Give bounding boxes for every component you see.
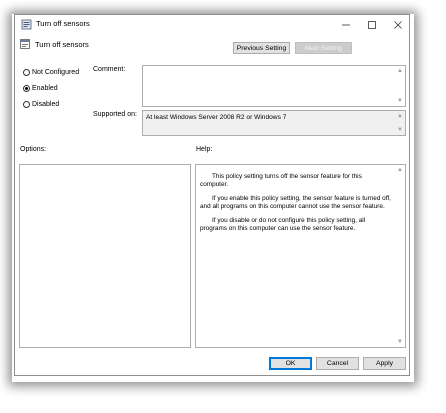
close-icon: [394, 20, 402, 29]
options-label: Options:: [20, 146, 47, 153]
supported-scrollbar[interactable]: ▲ ▼: [396, 112, 404, 134]
radio-circle: [23, 68, 30, 76]
previous-setting-button[interactable]: Previous Setting: [233, 42, 290, 54]
policy-setting-dialog: Turn off sensors Turn off sensors Previo…: [14, 14, 410, 376]
minimize-icon: [342, 24, 350, 25]
radio-label: Not Configured: [32, 68, 80, 76]
help-paragraph: This policy setting turns off the sensor…: [200, 173, 362, 188]
window-title: Turn off sensors: [36, 19, 90, 28]
radio-enabled[interactable]: Enabled: [23, 83, 58, 93]
help-panel[interactable]: This policy setting turns off the sensor…: [195, 164, 406, 348]
scroll-up-icon[interactable]: ▲: [397, 166, 403, 174]
title-bar[interactable]: Turn off sensors: [15, 15, 409, 34]
setting-icon: [20, 39, 30, 49]
comment-textarea[interactable]: ▲ ▼: [142, 65, 406, 107]
help-text: This policy setting turns off the sensor…: [200, 173, 391, 239]
supported-on-label: Supported on:: [93, 111, 137, 118]
radio-circle-checked: [23, 84, 30, 92]
help-scrollbar[interactable]: ▲ ▼: [396, 166, 404, 346]
apply-button[interactable]: Apply: [363, 357, 406, 370]
maximize-button[interactable]: [359, 15, 385, 34]
radio-not-configured[interactable]: Not Configured: [23, 67, 79, 77]
scroll-up-icon[interactable]: ▲: [397, 112, 403, 120]
policy-app-icon: [21, 19, 32, 30]
next-setting-button[interactable]: Next Setting: [295, 42, 352, 54]
ok-button[interactable]: OK: [269, 357, 312, 370]
scroll-down-icon[interactable]: ▼: [397, 338, 403, 346]
close-button[interactable]: [385, 15, 411, 34]
comment-scrollbar[interactable]: ▲ ▼: [396, 67, 404, 105]
comment-label: Comment:: [93, 66, 126, 73]
scroll-down-icon[interactable]: ▼: [397, 97, 403, 105]
setting-heading: Turn off sensors: [35, 40, 89, 49]
help-label: Help:: [196, 146, 213, 153]
maximize-icon: [368, 20, 376, 29]
help-paragraph: If you disable or do not configure this …: [200, 217, 366, 232]
options-panel[interactable]: [19, 164, 191, 348]
cancel-button[interactable]: Cancel: [316, 357, 359, 370]
help-paragraph: If you enable this policy setting, the s…: [200, 195, 391, 210]
scroll-up-icon[interactable]: ▲: [397, 67, 403, 75]
radio-disabled[interactable]: Disabled: [23, 99, 59, 109]
radio-circle: [23, 100, 30, 108]
supported-on-value: At least Windows Server 2008 R2 or Windo…: [146, 114, 287, 121]
minimize-button[interactable]: [333, 15, 359, 34]
supported-on-field: At least Windows Server 2008 R2 or Windo…: [142, 110, 406, 136]
radio-label: Enabled: [32, 84, 58, 92]
radio-label: Disabled: [32, 100, 60, 108]
scroll-down-icon[interactable]: ▼: [397, 126, 403, 134]
